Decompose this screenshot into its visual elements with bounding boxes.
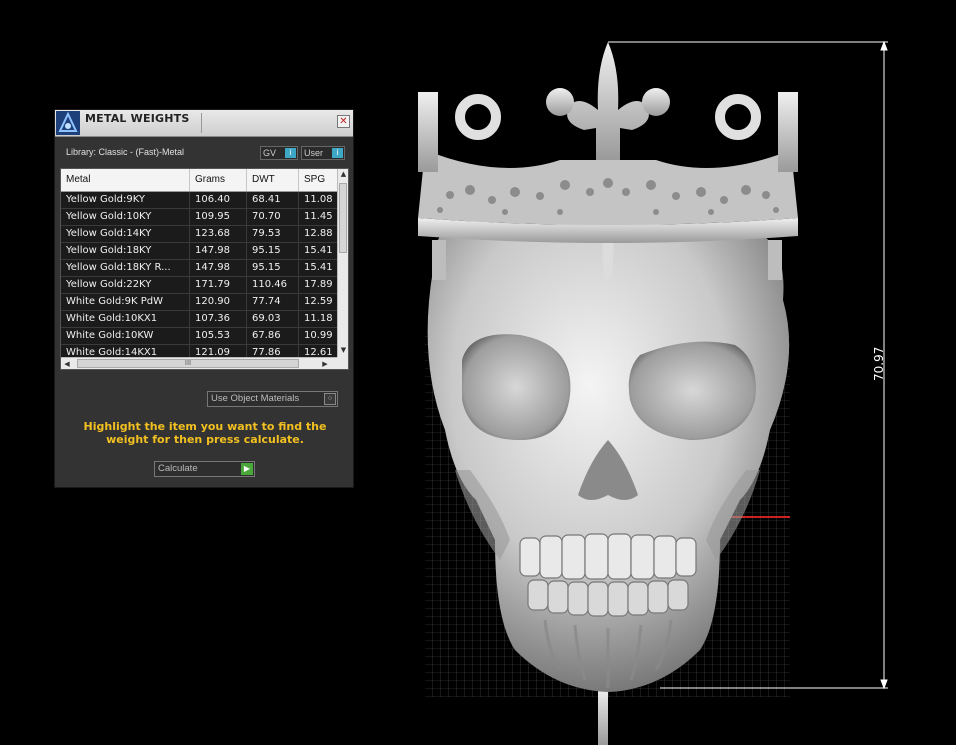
panel-titlebar[interactable]: METAL WEIGHTS ✕	[55, 110, 353, 137]
cell-metal: Yellow Gold:22KY	[61, 277, 190, 293]
cell-spg: 11.18	[304, 313, 333, 324]
gv-toggle-label: GV	[263, 148, 277, 158]
cell-metal: White Gold:10KX1	[61, 311, 190, 327]
table-header: Metal Grams DWT SPG	[61, 169, 337, 192]
scroll-corner	[337, 357, 348, 369]
cell-spg: 12.59	[304, 296, 333, 307]
cell-dwt: 95.15	[247, 260, 299, 276]
user-toggle-label: User	[304, 148, 324, 158]
scroll-left-icon[interactable]: ◀	[61, 358, 73, 369]
scroll-right-icon[interactable]: ▶	[319, 358, 331, 369]
cell-spg: 10.99	[304, 330, 333, 341]
use-object-materials-label: Use Object Materials	[211, 393, 300, 404]
crown-model	[418, 42, 798, 243]
cell-grams: 107.36	[190, 311, 247, 327]
use-object-materials-checkbox[interactable]: Use Object Materials ○	[207, 391, 338, 407]
table-row[interactable]: White Gold:10KX1 107.36 69.03 11.18	[61, 311, 337, 328]
table-row[interactable]: Yellow Gold:18KY R... 147.98 95.15 15.41	[61, 260, 337, 277]
play-icon: ▶	[241, 463, 253, 475]
column-header-dwt[interactable]: DWT	[247, 169, 299, 191]
metal-weights-panel[interactable]: METAL WEIGHTS ✕ Library: Classic - (Fast…	[54, 109, 354, 488]
column-header-spg[interactable]: SPG	[299, 169, 337, 191]
cell-metal: Yellow Gold:14KY	[61, 226, 190, 242]
stem	[598, 688, 608, 745]
cell-dwt: 79.53	[247, 226, 299, 242]
vertical-scroll-thumb[interactable]	[339, 183, 347, 253]
metal-table[interactable]: Metal Grams DWT SPG Yellow Gold:9KY 106.4…	[60, 168, 349, 370]
cell-spg: 15.41	[304, 245, 333, 256]
cell-grams: 120.90	[190, 294, 247, 310]
cell-dwt: 67.86	[247, 328, 299, 344]
table-row[interactable]: White Gold:10KW 105.53 67.86 10.99	[61, 328, 337, 345]
table-body: Yellow Gold:9KY 106.40 68.41 11.08 Yellow Go…	[61, 192, 337, 369]
cell-spg: 15.41	[304, 262, 333, 273]
table-row[interactable]: Yellow Gold:14KY 123.68 79.53 12.88	[61, 226, 337, 243]
close-button[interactable]: ✕	[337, 115, 350, 128]
cell-spg: 11.08	[304, 194, 333, 205]
table-row[interactable]: Yellow Gold:10KY 109.95 70.70 11.45	[61, 209, 337, 226]
table-row[interactable]: Yellow Gold:9KY 106.40 68.41 11.08	[61, 192, 337, 209]
cell-spg: 12.88	[304, 228, 333, 239]
dimension-label: 70.97	[872, 346, 886, 381]
cell-dwt: 77.74	[247, 294, 299, 310]
table-row[interactable]: Yellow Gold:18KY 147.98 95.15 15.41	[61, 243, 337, 260]
checkbox-icon: ○	[324, 393, 336, 405]
cell-dwt: 69.03	[247, 311, 299, 327]
horizontal-scroll-thumb[interactable]: III	[77, 359, 299, 368]
cell-spg: 17.89	[304, 279, 333, 290]
cell-dwt: 110.46	[247, 277, 299, 293]
gv-toggle[interactable]: GV i	[260, 146, 298, 160]
cell-metal: Yellow Gold:18KY	[61, 243, 190, 259]
info-icon: i	[285, 148, 296, 158]
cell-grams: 123.68	[190, 226, 247, 242]
app-logo-icon	[56, 111, 80, 135]
column-header-grams[interactable]: Grams	[190, 169, 247, 191]
cell-metal: White Gold:9K PdW	[61, 294, 190, 310]
cell-dwt: 70.70	[247, 209, 299, 225]
cell-grams: 106.40	[190, 192, 247, 208]
cell-grams: 171.79	[190, 277, 247, 293]
scroll-up-icon[interactable]: ▲	[338, 169, 348, 179]
info-icon: i	[332, 148, 343, 158]
cell-metal: Yellow Gold:9KY	[61, 192, 190, 208]
cell-grams: 147.98	[190, 260, 247, 276]
panel-title: METAL WEIGHTS	[85, 112, 190, 125]
calculate-label: Calculate	[158, 463, 198, 474]
cell-dwt: 68.41	[247, 192, 299, 208]
cell-spg: 11.45	[304, 211, 333, 222]
cell-metal: Yellow Gold:18KY R...	[61, 260, 190, 276]
title-divider	[201, 113, 202, 133]
vertical-scrollbar[interactable]: ▲ ▼	[337, 169, 348, 357]
horizontal-scrollbar[interactable]: ◀ III ▶	[61, 357, 337, 369]
library-label: Library: Classic - (Fast)-Metal	[66, 147, 185, 157]
cell-metal: White Gold:10KW	[61, 328, 190, 344]
cell-grams: 147.98	[190, 243, 247, 259]
cell-grams: 105.53	[190, 328, 247, 344]
cell-dwt: 95.15	[247, 243, 299, 259]
cell-metal: Yellow Gold:10KY	[61, 209, 190, 225]
table-row[interactable]: Yellow Gold:22KY 171.79 110.46 17.89	[61, 277, 337, 294]
cell-grams: 109.95	[190, 209, 247, 225]
scroll-down-icon[interactable]: ▼	[338, 345, 348, 355]
user-toggle[interactable]: User i	[301, 146, 345, 160]
column-header-metal[interactable]: Metal	[61, 169, 190, 191]
table-row[interactable]: White Gold:9K PdW 120.90 77.74 12.59	[61, 294, 337, 311]
calculate-button[interactable]: Calculate ▶	[154, 461, 255, 477]
instruction-text: Highlight the item you want to find the …	[83, 420, 327, 446]
